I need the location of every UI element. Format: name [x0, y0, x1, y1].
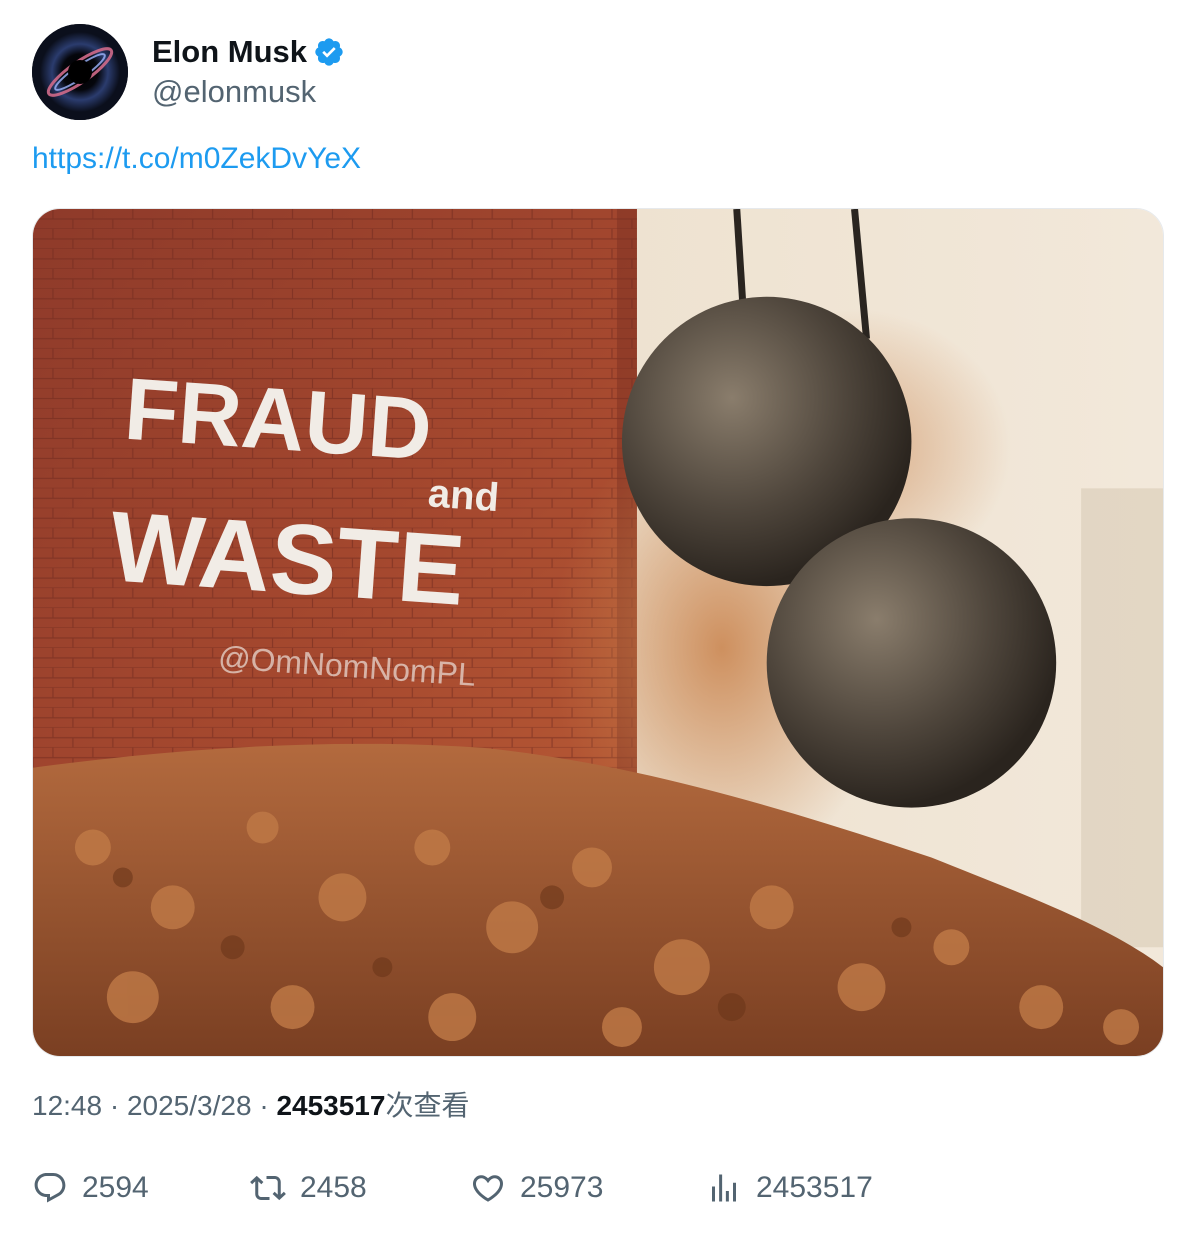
like-button[interactable]: 25973 — [470, 1166, 603, 1210]
tweet-meta: 12:48 · 2025/3/28 · 2453517次查看 — [32, 1084, 469, 1124]
verified-badge-icon[interactable] — [313, 36, 345, 68]
tweet-date[interactable]: 2025/3/28 — [127, 1090, 252, 1121]
retweet-count: 2458 — [300, 1171, 367, 1204]
views-count: 2453517 — [276, 1090, 386, 1121]
heart-icon — [472, 1175, 504, 1202]
reply-button[interactable]: 2594 — [32, 1166, 149, 1210]
reply-count: 2594 — [82, 1171, 149, 1204]
avatar[interactable] — [32, 24, 128, 120]
like-count: 25973 — [520, 1171, 604, 1204]
retweet-button[interactable]: 2458 — [250, 1166, 367, 1210]
wrecking-ball-image: FRAUD and WASTE @OmNomNomPL — [33, 209, 1163, 1056]
display-name[interactable]: Elon Musk — [152, 34, 307, 70]
views-action-count: 2453517 — [756, 1171, 873, 1204]
handle[interactable]: @elonmusk — [152, 74, 345, 110]
tweet-image[interactable]: FRAUD and WASTE @OmNomNomPL — [32, 208, 1164, 1057]
retweet-icon — [250, 1175, 286, 1201]
tweet-time[interactable]: 12:48 — [32, 1090, 102, 1121]
views-button[interactable]: 2453517 — [706, 1166, 873, 1210]
meta-separator: · — [102, 1090, 127, 1121]
meta-separator: · — [251, 1090, 277, 1121]
black-hole-avatar-icon — [32, 24, 128, 120]
analytics-icon — [712, 1174, 736, 1202]
tweet-header: Elon Musk @elonmusk — [32, 24, 345, 120]
views-label: 次查看 — [385, 1090, 470, 1121]
reply-icon — [34, 1173, 66, 1203]
tweet-link[interactable]: https://t.co/m0ZekDvYeX — [32, 142, 361, 176]
action-bar: 2594 2458 25973 2453517 — [32, 1166, 1164, 1210]
wall-text-and: and — [427, 471, 501, 520]
